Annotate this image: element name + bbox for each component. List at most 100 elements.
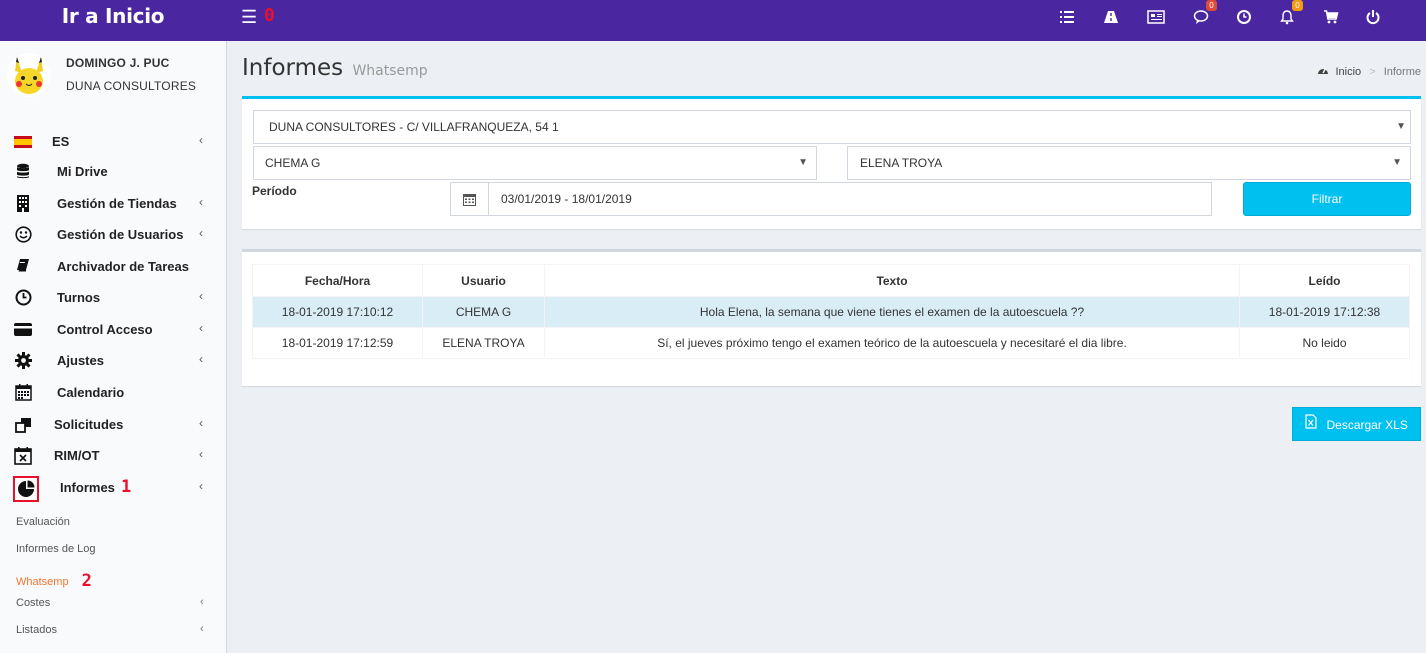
chevron-left-icon: ‹ — [200, 596, 204, 608]
subitem-whatsemp[interactable]: Whatsemp 2 — [16, 570, 92, 591]
sidebar-item-solicitudes[interactable]: Solicitudes ‹ — [0, 409, 226, 440]
page-title-text: Informes — [242, 55, 344, 81]
chevron-left-icon: ‹ — [200, 623, 204, 635]
sidebar-item-label: Ajustes — [57, 353, 104, 368]
user2-select[interactable]: ELENA TROYA ▼ — [847, 146, 1411, 180]
subitem-label: Whatsemp — [16, 576, 69, 588]
chevron-left-icon: ‹ — [199, 416, 203, 430]
page-title: Informes Whatsemp — [242, 55, 428, 81]
hamburger-icon[interactable]: ☰ — [241, 8, 257, 26]
store-select[interactable]: DUNA CONSULTORES - C/ VILLAFRANQUEZA, 54… — [253, 110, 1411, 144]
cell-texto: Sí, el jueves próximo tengo el examen te… — [544, 327, 1240, 359]
user1-select[interactable]: CHEMA G ▼ — [253, 146, 817, 180]
avatar[interactable] — [7, 53, 51, 97]
bell-icon[interactable]: 0 — [1277, 0, 1303, 29]
road-icon[interactable] — [1101, 9, 1121, 29]
user-company: DUNA CONSULTORES — [66, 79, 197, 93]
spain-flag-icon — [14, 133, 32, 151]
power-icon[interactable] — [1363, 9, 1383, 29]
chevron-left-icon: ‹ — [199, 289, 203, 303]
sidebar-item-label: Control Acceso — [57, 322, 153, 337]
building-icon — [14, 195, 32, 213]
subitem-evaluacion[interactable]: Evaluación — [16, 516, 70, 528]
sidebar-item-informes[interactable]: Informes 1 ‹ — [0, 472, 226, 503]
subitem-informes-log[interactable]: Informes de Log — [16, 543, 96, 555]
gear-icon — [14, 352, 32, 370]
user-name: DOMINGO J. PUC — [66, 56, 170, 70]
chevron-left-icon: ‹ — [199, 352, 203, 366]
date-range-input[interactable]: 03/01/2019 - 18/01/2019 — [450, 182, 1212, 216]
caret-down-icon: ▼ — [1396, 121, 1406, 132]
pie-chart-icon — [13, 476, 39, 502]
calendar-icon — [14, 384, 32, 402]
column-header-fecha[interactable]: Fecha/Hora — [252, 264, 423, 297]
table-row[interactable]: 18-01-2019 17:12:59 ELENA TROYA Sí, el j… — [252, 327, 1410, 359]
sidebar-item-archivador-tareas[interactable]: Archivador de Tareas — [0, 251, 226, 282]
table-header-row: Fecha/Hora Usuario Texto Leído — [252, 264, 1410, 297]
sidebar-item-mi-drive[interactable]: Mi Drive — [0, 156, 226, 187]
page-subtitle: Whatsemp — [352, 63, 428, 79]
breadcrumb-separator: > — [1369, 66, 1376, 78]
cart-icon[interactable] — [1321, 9, 1341, 29]
file-excel-icon — [1305, 409, 1317, 441]
cell-usuario: ELENA TROYA — [422, 327, 545, 359]
comments-icon[interactable]: 0 — [1191, 0, 1217, 29]
sidebar-item-ajustes[interactable]: Ajustes ‹ — [0, 345, 226, 376]
sidebar-item-label: Calendario — [57, 385, 125, 400]
sidebar: DOMINGO J. PUC DUNA CONSULTORES ES ‹ Mi … — [0, 41, 227, 653]
list-icon[interactable] — [1057, 9, 1077, 29]
caret-down-icon: ▼ — [1392, 157, 1402, 168]
sidebar-item-control-acceso[interactable]: Control Acceso ‹ — [0, 314, 226, 345]
cell-fecha: 18-01-2019 17:10:12 — [252, 296, 423, 328]
cell-usuario: CHEMA G — [422, 296, 545, 328]
store-select-value: DUNA CONSULTORES - C/ VILLAFRANQUEZA, 54… — [269, 120, 559, 134]
table-row[interactable]: 18-01-2019 17:10:12 CHEMA G Hola Elena, … — [252, 296, 1410, 328]
sidebar-item-calendario[interactable]: Calendario — [0, 377, 226, 408]
sidebar-item-label: Gestión de Usuarios — [57, 227, 184, 242]
chevron-left-icon: ‹ — [199, 321, 203, 335]
credit-card-icon — [14, 321, 32, 339]
annotation-marker-1: 1 — [121, 477, 132, 497]
subitem-label: Listados — [16, 624, 57, 636]
period-label: Período — [252, 184, 297, 198]
breadcrumb-home[interactable]: Inicio — [1335, 66, 1361, 78]
subitem-label: Costes — [16, 597, 51, 609]
filter-button[interactable]: Filtrar — [1243, 182, 1411, 216]
date-range-value: 03/01/2019 - 18/01/2019 — [501, 192, 632, 206]
sidebar-item-language[interactable]: ES ‹ — [0, 126, 226, 157]
sidebar-item-label: RIM/OT — [54, 448, 100, 463]
clock-icon — [14, 289, 32, 307]
annotation-marker-2: 2 — [81, 571, 92, 591]
sidebar-item-gestion-usuarios[interactable]: Gestión de Usuarios ‹ — [0, 219, 226, 250]
download-xls-button[interactable]: Descargar XLS — [1292, 407, 1421, 441]
home-link[interactable]: Ir a Inicio — [0, 0, 226, 41]
sidebar-item-label: ES — [52, 134, 70, 149]
sidebar-item-label: Gestión de Tiendas — [57, 196, 177, 211]
user-panel: DOMINGO J. PUC DUNA CONSULTORES — [0, 41, 226, 131]
sidebar-item-label: Archivador de Tareas — [57, 259, 189, 274]
user1-select-value: CHEMA G — [265, 156, 321, 170]
user2-select-value: ELENA TROYA — [860, 156, 943, 170]
sidebar-item-rim-ot[interactable]: RIM/OT ‹ — [0, 440, 226, 471]
sidebar-item-label: Solicitudes — [54, 417, 124, 432]
breadcrumb: Inicio > Informe — [1317, 65, 1421, 78]
book-icon — [14, 258, 32, 276]
caret-down-icon: ▼ — [798, 157, 808, 168]
sidebar-item-label: Mi Drive — [57, 164, 108, 179]
subitem-listados[interactable]: Listados ‹ — [16, 623, 204, 636]
comments-badge: 0 — [1206, 0, 1217, 11]
newspaper-icon[interactable] — [1146, 9, 1166, 29]
column-header-leido[interactable]: Leído — [1239, 264, 1410, 297]
clock-icon[interactable] — [1234, 9, 1254, 29]
smile-icon — [14, 226, 32, 244]
cell-texto: Hola Elena, la semana que viene tienes e… — [544, 296, 1240, 328]
dashboard-icon — [1317, 66, 1332, 78]
subitem-costes[interactable]: Costes ‹ — [16, 596, 204, 609]
sidebar-item-gestion-tiendas[interactable]: Gestión de Tiendas ‹ — [0, 188, 226, 219]
bell-badge: 0 — [1292, 0, 1303, 11]
column-header-usuario[interactable]: Usuario — [422, 264, 545, 297]
database-icon — [14, 163, 32, 181]
sidebar-item-turnos[interactable]: Turnos ‹ — [0, 282, 226, 313]
column-header-texto[interactable]: Texto — [544, 264, 1240, 297]
chevron-left-icon: ‹ — [199, 447, 203, 461]
